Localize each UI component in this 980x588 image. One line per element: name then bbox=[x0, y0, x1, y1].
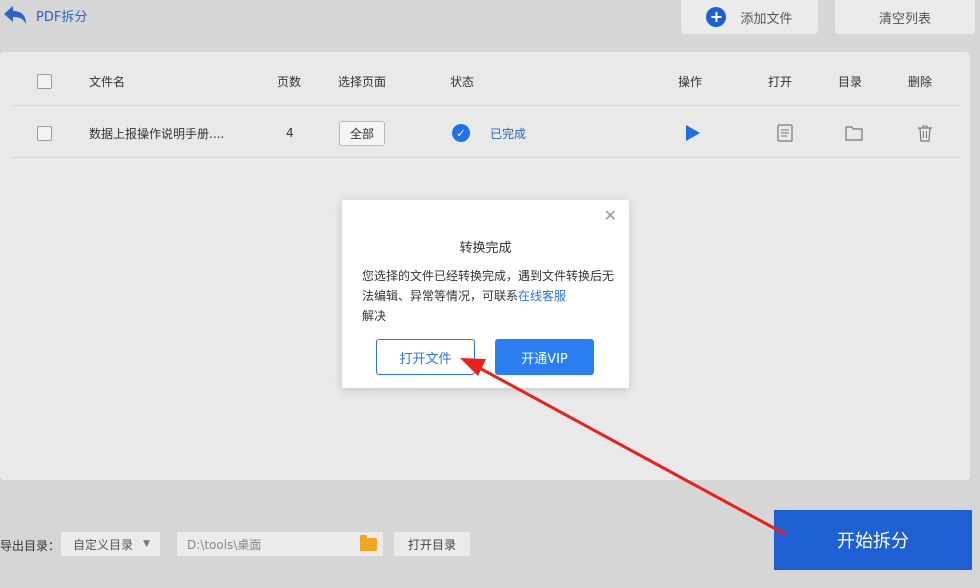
output-path-value: D:\tools\桌面 bbox=[187, 537, 262, 552]
online-support-link[interactable]: 在线客服 bbox=[518, 289, 566, 303]
column-header-directory: 目录 bbox=[838, 74, 863, 89]
dialog-message: 您选择的文件已经转换完成，遇到文件转换后无法编辑、异常等情况，可联系在线客服 解… bbox=[362, 266, 618, 326]
table-row: 数据上报操作说明手册.... 4 全部 ✓ 已完成 bbox=[12, 108, 960, 158]
column-header-delete: 删除 bbox=[908, 74, 933, 89]
open-file-icon[interactable] bbox=[777, 108, 793, 158]
clear-list-label: 清空列表 bbox=[878, 11, 931, 27]
output-label: 导出目录： bbox=[0, 539, 61, 553]
add-file-label: 添加文件 bbox=[740, 11, 793, 27]
dialog-title: 转换完成 bbox=[459, 241, 512, 256]
back-arrow-icon bbox=[2, 4, 28, 26]
plus-icon: + bbox=[706, 7, 727, 27]
folder-icon[interactable] bbox=[845, 108, 863, 158]
output-directory-select[interactable]: 自定义目录 ▼ bbox=[61, 532, 160, 556]
output-path-field[interactable]: D:\tools\桌面 bbox=[177, 532, 383, 556]
caret-down-icon: ▼ bbox=[143, 539, 150, 549]
top-bar: PDF拆分 + 添加文件 清空列表 bbox=[0, 0, 980, 40]
add-file-button[interactable]: + 添加文件 bbox=[681, 0, 818, 34]
status-text: 已完成 bbox=[490, 126, 527, 141]
check-circle-icon: ✓ bbox=[452, 124, 470, 142]
select-all-checkbox[interactable] bbox=[37, 73, 52, 89]
play-icon[interactable] bbox=[685, 108, 701, 158]
browse-folder-icon[interactable] bbox=[360, 535, 377, 551]
row-checkbox[interactable] bbox=[37, 125, 52, 141]
open-directory-button[interactable]: 打开目录 bbox=[394, 532, 470, 556]
clear-list-button[interactable]: 清空列表 bbox=[835, 0, 975, 34]
conversion-complete-dialog: ✕ 转换完成 您选择的文件已经转换完成，遇到文件转换后无法编辑、异常等情况，可联… bbox=[342, 200, 629, 388]
table-header: 文件名 页数 选择页面 状态 操作 打开 目录 删除 bbox=[12, 56, 960, 106]
column-header-open: 打开 bbox=[768, 74, 793, 89]
output-directory-value: 自定义目录 bbox=[73, 537, 134, 552]
back-button[interactable]: PDF拆分 bbox=[2, 4, 87, 26]
trash-icon[interactable] bbox=[917, 108, 933, 158]
column-header-action: 操作 bbox=[678, 74, 703, 89]
column-header-pages: 页数 bbox=[277, 74, 302, 89]
page-title: PDF拆分 bbox=[36, 9, 88, 25]
page-count: 4 bbox=[286, 126, 294, 140]
dialog-message-tail: 解决 bbox=[362, 309, 387, 323]
file-name: 数据上报操作说明手册.... bbox=[89, 126, 225, 141]
open-file-button[interactable]: 打开文件 bbox=[376, 339, 475, 375]
column-header-status: 状态 bbox=[450, 74, 475, 89]
vip-button[interactable]: 开通VIP bbox=[495, 339, 594, 375]
page-range-button[interactable]: 全部 bbox=[339, 120, 386, 146]
column-header-filename: 文件名 bbox=[89, 74, 126, 89]
close-icon[interactable]: ✕ bbox=[604, 206, 617, 225]
output-bar: 导出目录： 自定义目录 ▼ D:\tools\桌面 打开目录 bbox=[0, 528, 770, 558]
dialog-message-text: 您选择的文件已经转换完成，遇到文件转换后无法编辑、异常等情况，可联系 bbox=[362, 269, 615, 303]
column-header-page-range: 选择页面 bbox=[338, 74, 387, 89]
start-split-button[interactable]: 开始拆分 bbox=[774, 510, 972, 570]
